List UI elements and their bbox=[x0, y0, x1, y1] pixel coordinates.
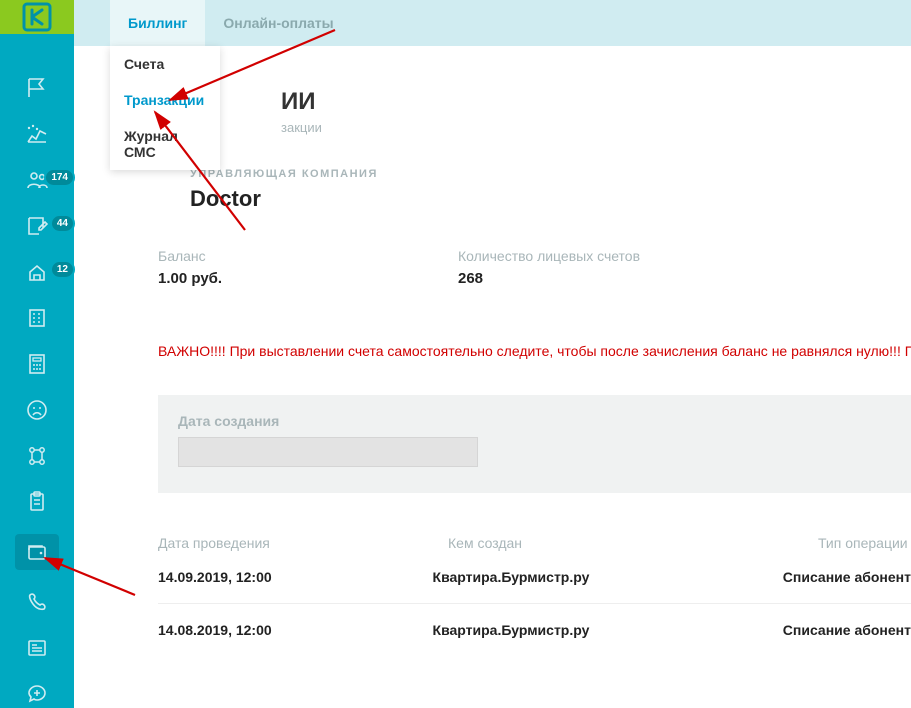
nav-phone[interactable] bbox=[17, 588, 57, 616]
badge-users: 174 bbox=[44, 168, 75, 187]
nav-calculator[interactable] bbox=[17, 350, 57, 378]
nav-object[interactable]: 12 bbox=[17, 258, 57, 286]
dropdown-accounts[interactable]: Счета bbox=[110, 46, 220, 82]
accounts-value: 268 bbox=[458, 270, 640, 287]
company-label: УПРАВЛЯЮЩАЯ КОМПАНИЯ bbox=[190, 168, 911, 180]
hierarchy-icon bbox=[25, 444, 49, 468]
cell-who: Квартира.Бурмистр.ру bbox=[433, 622, 783, 638]
building-icon bbox=[25, 306, 49, 330]
clipboard-icon bbox=[25, 490, 49, 514]
dropdown-sms[interactable]: Журнал СМС bbox=[110, 118, 220, 170]
company-block: УПРАВЛЯЮЩАЯ КОМПАНИЯ Doctor bbox=[190, 168, 911, 212]
cell-date: 14.08.2019, 12:00 bbox=[158, 622, 433, 638]
balance-value: 1.00 руб. bbox=[158, 270, 458, 287]
stat-accounts: Количество лицевых счетов 268 bbox=[458, 248, 640, 287]
table-row[interactable]: 14.08.2019, 12:00 Квартира.Бурмистр.ру С… bbox=[158, 604, 911, 656]
news-icon bbox=[25, 636, 49, 660]
balance-label: Баланс bbox=[158, 248, 458, 264]
object-icon bbox=[25, 260, 49, 284]
header-who: Кем создан bbox=[448, 535, 818, 551]
table-header: Дата проведения Кем создан Тип операции bbox=[158, 535, 911, 551]
sad-face-icon bbox=[25, 398, 49, 422]
stats-row: Баланс 1.00 руб. Количество лицевых счет… bbox=[158, 248, 911, 287]
nav-users[interactable]: 174 bbox=[17, 166, 57, 194]
top-tabs: Биллинг Онлайн-оплаты bbox=[74, 0, 911, 46]
nav-sad[interactable] bbox=[17, 396, 57, 424]
nav-flag[interactable] bbox=[17, 74, 57, 102]
chart-icon bbox=[25, 122, 49, 146]
cell-who: Квартира.Бурмистр.ру bbox=[433, 569, 783, 585]
edit-icon bbox=[25, 214, 49, 238]
cell-type: Списание абонент bbox=[783, 569, 911, 585]
badge-object: 12 bbox=[50, 260, 75, 279]
company-name: Doctor bbox=[190, 186, 911, 212]
nav-clipboard[interactable] bbox=[17, 488, 57, 516]
header-type: Тип операции bbox=[818, 535, 911, 551]
billing-dropdown: Счета Транзакции Журнал СМС bbox=[110, 46, 220, 170]
nav-chat-add[interactable] bbox=[17, 680, 57, 708]
breadcrumb: закции bbox=[281, 120, 322, 135]
nav-hierarchy[interactable] bbox=[17, 442, 57, 470]
nav-building[interactable] bbox=[17, 304, 57, 332]
accounts-label: Количество лицевых счетов bbox=[458, 248, 640, 264]
warning-text: ВАЖНО!!!! При выставлении счета самостоя… bbox=[158, 343, 911, 359]
tab-billing[interactable]: Биллинг bbox=[110, 0, 205, 46]
cell-date: 14.09.2019, 12:00 bbox=[158, 569, 433, 585]
dropdown-transactions[interactable]: Транзакции bbox=[110, 82, 220, 118]
chat-add-icon bbox=[25, 682, 49, 706]
calculator-icon bbox=[25, 352, 49, 376]
stat-balance: Баланс 1.00 руб. bbox=[158, 248, 458, 287]
date-input[interactable] bbox=[178, 437, 478, 467]
nav-wallet[interactable] bbox=[15, 534, 59, 570]
nav-stats[interactable] bbox=[17, 120, 57, 148]
logo-icon bbox=[20, 0, 54, 34]
nav-news[interactable] bbox=[17, 634, 57, 662]
filter-label: Дата создания bbox=[178, 413, 891, 429]
sidebar: 174 44 12 bbox=[0, 0, 74, 708]
cell-type: Списание абонент bbox=[783, 622, 911, 638]
filter-box: Дата создания bbox=[158, 395, 911, 493]
page-title: ИИ bbox=[281, 88, 316, 116]
badge-edit: 44 bbox=[50, 214, 75, 233]
nav-edit[interactable]: 44 bbox=[17, 212, 57, 240]
phone-icon bbox=[25, 590, 49, 614]
flag-icon bbox=[25, 76, 49, 100]
header-date: Дата проведения bbox=[158, 535, 448, 551]
wallet-icon bbox=[25, 540, 49, 564]
logo[interactable] bbox=[0, 0, 74, 34]
tab-online-payments[interactable]: Онлайн-оплаты bbox=[205, 0, 351, 46]
table-row[interactable]: 14.09.2019, 12:00 Квартира.Бурмистр.ру С… bbox=[158, 551, 911, 604]
